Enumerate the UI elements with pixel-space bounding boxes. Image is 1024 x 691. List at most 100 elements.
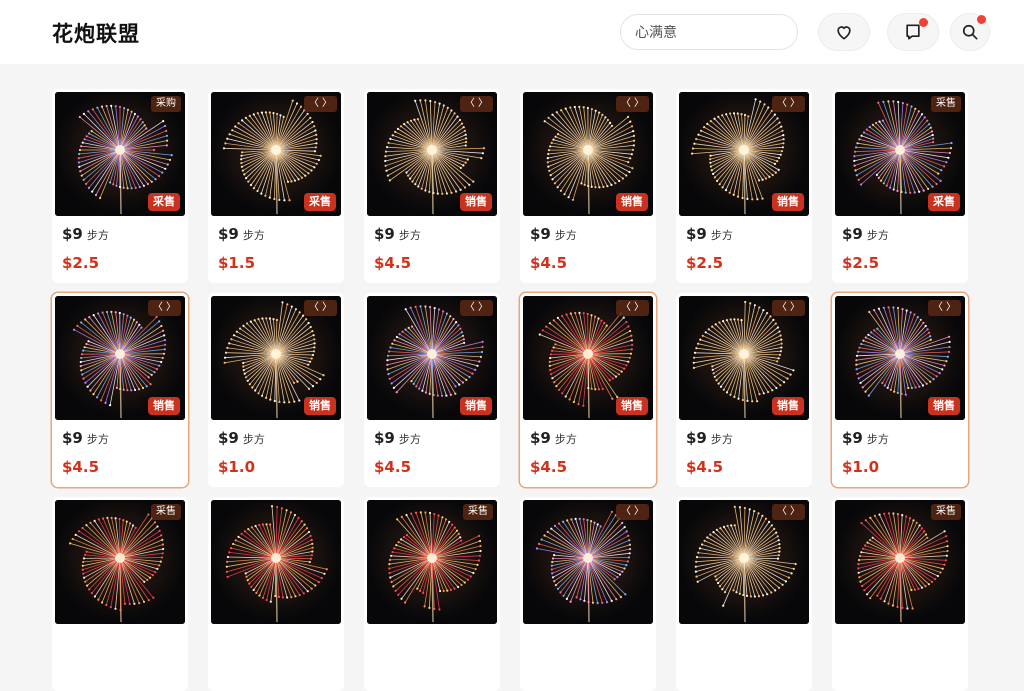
- app-logo-title: 花炮联盟: [52, 18, 140, 48]
- base-price-row: $9 步方: [62, 429, 109, 447]
- sale-badge: 销售: [304, 397, 336, 415]
- top-bar: 花炮联盟: [0, 0, 1024, 64]
- sale-badge: 销售: [772, 397, 804, 415]
- sale-badge: 销售: [460, 397, 492, 415]
- product-image[interactable]: 〈 〉销售: [211, 296, 341, 420]
- product-image[interactable]: 〈 〉销售: [367, 296, 497, 420]
- product-tag-badge: 〈 〉: [772, 300, 805, 316]
- product-tag-badge: 采售: [931, 96, 961, 112]
- product-tag-badge: 〈 〉: [616, 504, 649, 520]
- product-price: $1.0: [842, 458, 879, 476]
- product-image[interactable]: 〈 〉销售: [679, 92, 809, 216]
- sale-badge: 采售: [304, 193, 336, 211]
- product-card[interactable]: 〈 〉: [520, 497, 656, 691]
- product-image[interactable]: 〈 〉: [523, 500, 653, 624]
- sale-badge: 销售: [148, 397, 180, 415]
- product-image[interactable]: 采售: [367, 500, 497, 624]
- product-card[interactable]: [208, 497, 344, 691]
- product-tag-badge: 〈 〉: [304, 96, 337, 112]
- product-image[interactable]: 〈 〉销售: [523, 92, 653, 216]
- sale-badge: 销售: [772, 193, 804, 211]
- product-tag-badge: 〈 〉: [460, 300, 493, 316]
- base-price: $9: [842, 429, 863, 447]
- product-image[interactable]: 〈 〉销售: [367, 92, 497, 216]
- product-image[interactable]: 〈 〉销售: [679, 296, 809, 420]
- product-price: $4.5: [62, 458, 99, 476]
- product-price: $2.5: [686, 254, 723, 272]
- product-card[interactable]: 〈 〉销售$9步方$4.5: [520, 293, 656, 487]
- base-price: $9: [374, 225, 395, 243]
- product-image[interactable]: 〈 〉销售: [55, 296, 185, 420]
- notification-dot: [919, 18, 928, 27]
- price-unit: 步方: [711, 433, 733, 446]
- product-tag-badge: 采售: [151, 504, 181, 520]
- favorites-button[interactable]: [818, 13, 870, 51]
- base-price-row: $9 步方: [842, 429, 889, 447]
- price-unit: 步方: [711, 229, 733, 242]
- product-tag-badge: 〈 〉: [304, 300, 337, 316]
- product-card[interactable]: 采售: [364, 497, 500, 691]
- product-price: $4.5: [686, 458, 723, 476]
- product-price: $2.5: [842, 254, 879, 272]
- product-tag-badge: 〈 〉: [616, 96, 649, 112]
- price-unit: 步方: [243, 229, 265, 242]
- product-tag-badge: 采购: [151, 96, 181, 112]
- base-price-row: $9 步方: [686, 225, 733, 243]
- base-price-row: $9步方: [530, 429, 577, 447]
- base-price-row: $9 步方: [374, 225, 421, 243]
- heart-icon: [834, 22, 854, 42]
- search-input[interactable]: [620, 14, 798, 50]
- product-card[interactable]: 〈 〉采售 $9 步方 $1.5: [208, 89, 344, 283]
- product-image[interactable]: 采售: [55, 500, 185, 624]
- product-card[interactable]: 〈 〉销售$9步方$1.0: [208, 293, 344, 487]
- product-price: $1.0: [218, 458, 255, 476]
- product-price: $4.5: [374, 458, 411, 476]
- sale-badge: 销售: [928, 397, 960, 415]
- product-price: $4.5: [530, 254, 567, 272]
- price-unit: 步方: [555, 433, 577, 446]
- price-unit: 步方: [87, 433, 109, 446]
- base-price: $9: [686, 225, 707, 243]
- base-price-row: $9步方: [530, 225, 577, 243]
- product-image[interactable]: 〈 〉: [679, 500, 809, 624]
- product-card[interactable]: 〈 〉销售 $9 步方 $1.0: [832, 293, 968, 487]
- product-image[interactable]: 采购采售: [55, 92, 185, 216]
- product-image[interactable]: 采售采售: [835, 92, 965, 216]
- base-price: $9: [218, 429, 239, 447]
- product-image[interactable]: 〈 〉销售: [523, 296, 653, 420]
- product-card[interactable]: 〈 〉销售 $9 步方 $4.5: [52, 293, 188, 487]
- product-card[interactable]: 〈 〉销售$9步方$4.5: [364, 293, 500, 487]
- product-image[interactable]: 〈 〉销售: [835, 296, 965, 420]
- product-card[interactable]: 采售: [832, 497, 968, 691]
- product-image[interactable]: 〈 〉采售: [211, 92, 341, 216]
- product-image[interactable]: 采售: [835, 500, 965, 624]
- product-tag-badge: 〈 〉: [772, 96, 805, 112]
- product-card[interactable]: 〈 〉: [676, 497, 812, 691]
- product-card[interactable]: 〈 〉销售 $9 步方 $4.5: [364, 89, 500, 283]
- product-card[interactable]: 采售: [52, 497, 188, 691]
- base-price-row: $9步方: [842, 225, 889, 243]
- product-card[interactable]: 〈 〉销售 $9 步方 $2.5: [676, 89, 812, 283]
- base-price: $9: [218, 225, 239, 243]
- product-card[interactable]: 〈 〉销售 $9 步方 $4.5: [676, 293, 812, 487]
- sale-badge: 采售: [928, 193, 960, 211]
- messages-button[interactable]: [887, 13, 939, 51]
- base-price-row: $9 步方: [686, 429, 733, 447]
- price-unit: 步方: [87, 229, 109, 242]
- base-price: $9: [686, 429, 707, 447]
- base-price: $9: [62, 429, 83, 447]
- base-price: $9: [62, 225, 83, 243]
- sale-badge: 采售: [148, 193, 180, 211]
- product-price: $1.5: [218, 254, 255, 272]
- product-price: $2.5: [62, 254, 99, 272]
- product-card[interactable]: 采售采售$9步方$2.5: [832, 89, 968, 283]
- product-card[interactable]: 采购采售 $9 步方 $2.5: [52, 89, 188, 283]
- product-card[interactable]: 〈 〉销售 $9步方 $4.5: [520, 89, 656, 283]
- search-button[interactable]: [950, 13, 990, 51]
- price-unit: 步方: [399, 229, 421, 242]
- product-price: $4.5: [374, 254, 411, 272]
- base-price: $9: [842, 225, 863, 243]
- product-tag-badge: 〈 〉: [772, 504, 805, 520]
- price-unit: 步方: [867, 433, 889, 446]
- product-image[interactable]: [211, 500, 341, 624]
